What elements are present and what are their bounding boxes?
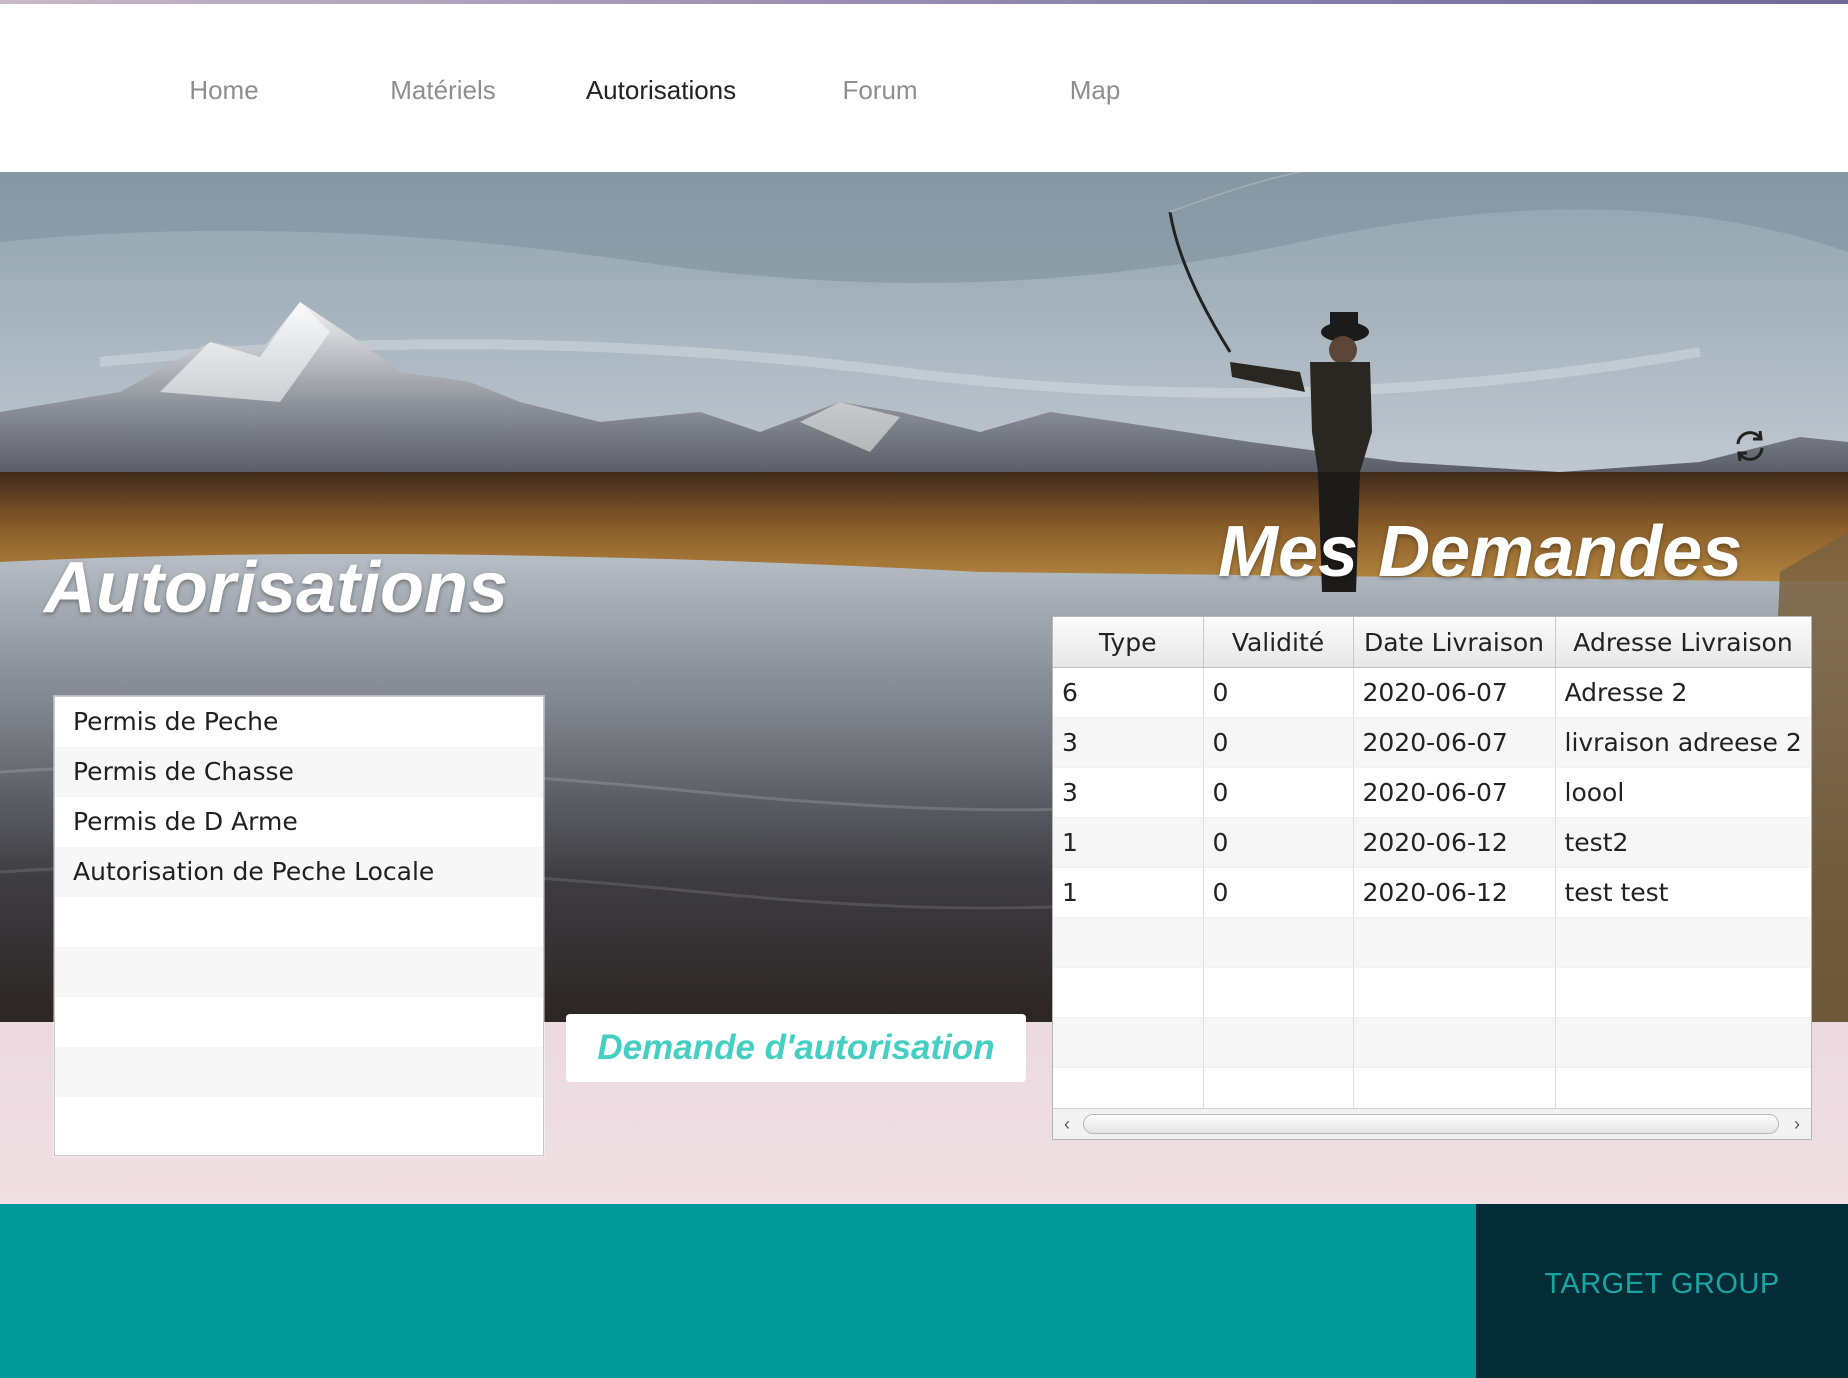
cell-adresse: test test (1555, 867, 1811, 918)
cell-type: 3 (1053, 767, 1204, 818)
cell-type: 3 (1053, 717, 1204, 768)
cell-adresse: Adresse 2 (1555, 667, 1811, 718)
table-empty-row (1053, 1017, 1811, 1068)
column-header-type[interactable]: Type (1053, 617, 1204, 668)
cell-date: 2020-06-07 (1353, 767, 1556, 818)
nav-item-forum[interactable]: Forum (810, 68, 950, 112)
permit-list-item[interactable]: Autorisation de Peche Locale (55, 847, 543, 897)
column-header-date-livraison[interactable]: Date Livraison (1353, 617, 1556, 668)
cell-adresse: test2 (1555, 817, 1811, 868)
requests-title: Mes Demandes (1218, 512, 1743, 592)
permit-list[interactable]: Permis de Peche Permis de Chasse Permis … (54, 696, 544, 1156)
cell-validite: 0 (1203, 717, 1354, 768)
permit-list-empty-row (55, 1047, 543, 1097)
permit-list-empty-row (55, 897, 543, 947)
cell-validite: 0 (1203, 767, 1354, 818)
cell-adresse: loool (1555, 767, 1811, 818)
requests-table-grid: Type Validité Date Livraison Adresse Liv… (1053, 617, 1811, 1118)
permit-list-empty-row (55, 1097, 543, 1147)
table-row[interactable]: 1 0 2020-06-12 test test (1053, 867, 1811, 918)
permit-list-item[interactable]: Permis de D Arme (55, 797, 543, 847)
top-navigation: Home Matériels Autorisations Forum Map (0, 4, 1848, 176)
refresh-icon[interactable] (1730, 426, 1770, 466)
permit-list-item[interactable]: Permis de Peche (55, 697, 543, 747)
cell-adresse: livraison adreese 2 (1555, 717, 1811, 768)
footer-brand-text: TARGET GROUP (1544, 1268, 1780, 1300)
horizontal-scrollbar[interactable]: ‹ › (1053, 1108, 1811, 1139)
hero-background: Autorisations Mes Demandes Permis de Pec… (0, 172, 1848, 1204)
footer: TARGET GROUP (0, 1204, 1848, 1378)
table-row[interactable]: 3 0 2020-06-07 loool (1053, 767, 1811, 818)
cell-type: 1 (1053, 867, 1204, 918)
table-empty-row (1053, 917, 1811, 968)
cell-date: 2020-06-07 (1353, 717, 1556, 768)
table-empty-row (1053, 967, 1811, 1018)
cell-type: 6 (1053, 667, 1204, 718)
permit-list-empty-row (55, 997, 543, 1047)
column-header-validite[interactable]: Validité (1203, 617, 1354, 668)
cell-date: 2020-06-12 (1353, 867, 1556, 918)
cell-date: 2020-06-12 (1353, 817, 1556, 868)
nav-item-autorisations[interactable]: Autorisations (570, 68, 752, 112)
app-window: Home Matériels Autorisations Forum Map A… (0, 0, 1848, 1378)
table-header-row: Type Validité Date Livraison Adresse Liv… (1053, 617, 1811, 668)
column-header-adresse-livraison[interactable]: Adresse Livraison (1555, 617, 1811, 668)
table-row[interactable]: 3 0 2020-06-07 livraison adreese 2 (1053, 717, 1811, 768)
cell-validite: 0 (1203, 817, 1354, 868)
request-authorization-button[interactable]: Demande d'autorisation (566, 1014, 1026, 1082)
chevron-left-icon[interactable]: ‹ (1055, 1111, 1079, 1137)
table-row[interactable]: 6 0 2020-06-07 Adresse 2 (1053, 667, 1811, 718)
cell-validite: 0 (1203, 667, 1354, 718)
scrollbar-thumb[interactable] (1083, 1114, 1779, 1134)
requests-table[interactable]: Type Validité Date Livraison Adresse Liv… (1052, 616, 1812, 1140)
nav-item-materiels[interactable]: Matériels (368, 68, 518, 112)
permits-title: Autorisations (44, 548, 509, 628)
permit-list-item[interactable]: Permis de Chasse (55, 747, 543, 797)
nav-item-home[interactable]: Home (150, 68, 298, 112)
cell-validite: 0 (1203, 867, 1354, 918)
table-row[interactable]: 1 0 2020-06-12 test2 (1053, 817, 1811, 868)
permit-list-empty-row (55, 947, 543, 997)
nav-item-map[interactable]: Map (1030, 68, 1160, 112)
cell-date: 2020-06-07 (1353, 667, 1556, 718)
chevron-right-icon[interactable]: › (1785, 1111, 1809, 1137)
cell-type: 1 (1053, 817, 1204, 868)
footer-brand-block: TARGET GROUP (1476, 1204, 1848, 1378)
